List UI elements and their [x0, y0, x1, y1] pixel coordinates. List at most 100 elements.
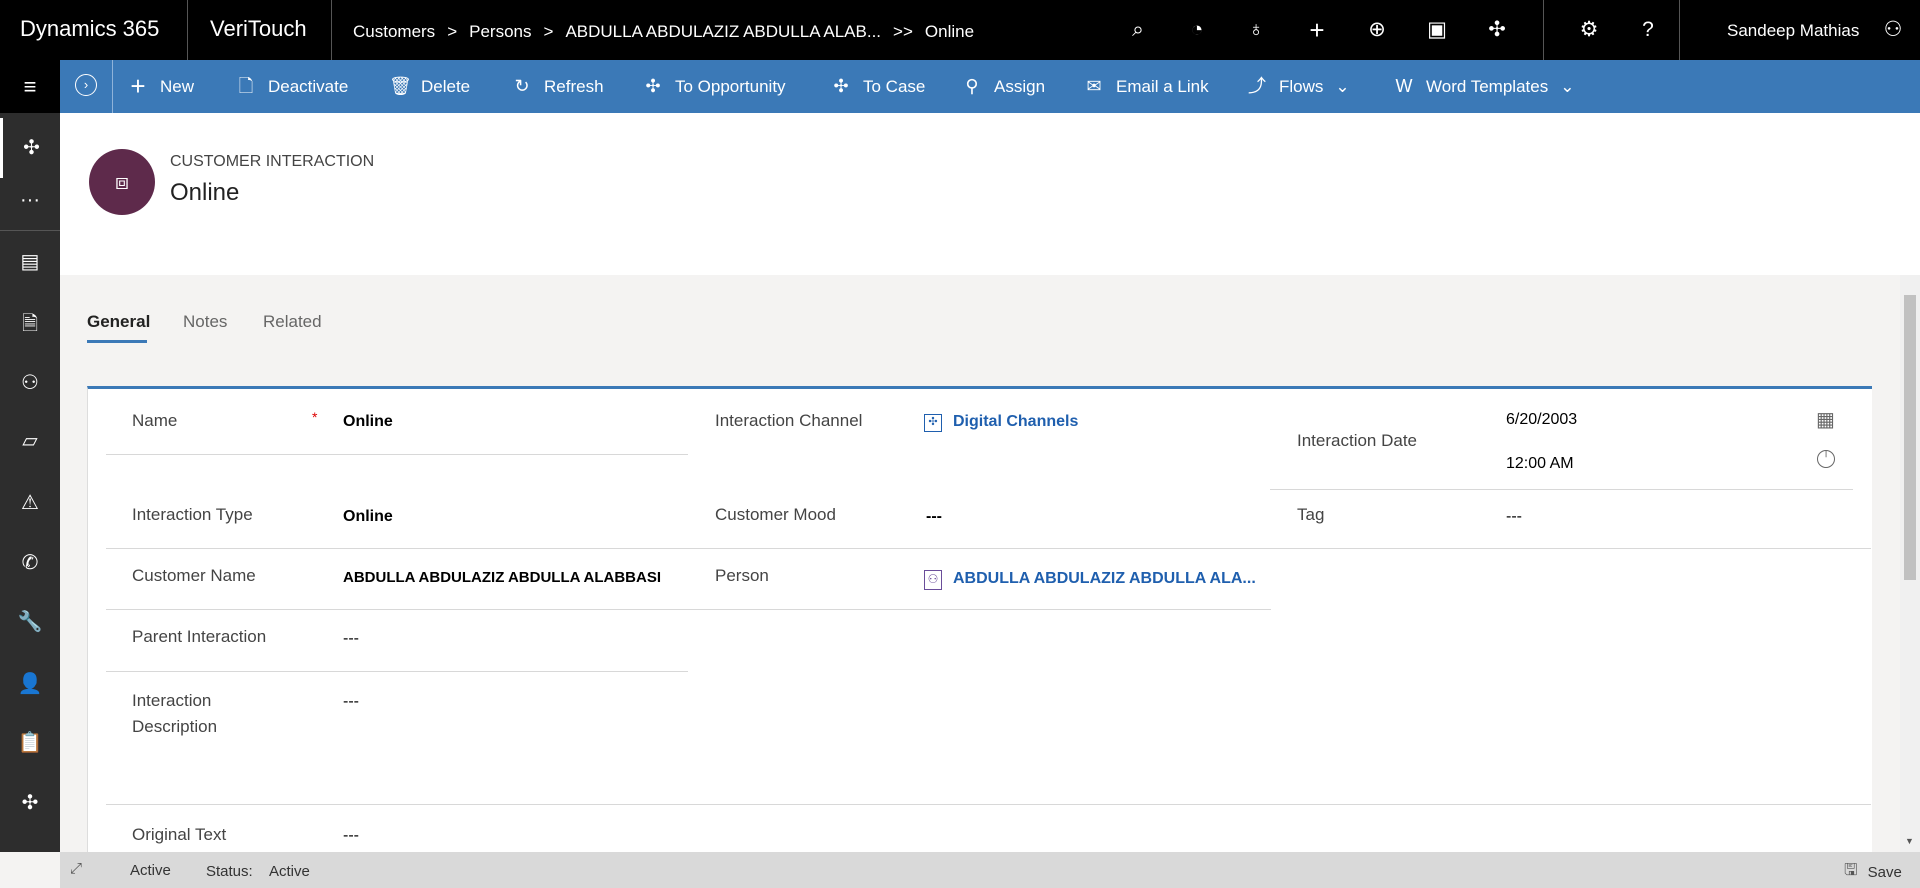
name-field[interactable]: Online — [343, 413, 393, 431]
tab-related[interactable]: Related — [263, 312, 322, 332]
app-title[interactable]: Dynamics 365 — [20, 16, 159, 42]
customer-mood-field[interactable]: --- — [926, 508, 942, 526]
customer-name-field[interactable]: ABDULLA ABDULAZIZ ABDULLA ALABBASI — [343, 569, 661, 586]
module-title[interactable]: VeriTouch — [210, 16, 307, 42]
divider — [187, 0, 188, 60]
breadcrumb-separator: >> — [893, 22, 913, 41]
breadcrumb-separator: > — [447, 22, 458, 41]
person-link[interactable]: ABDULLA ABDULAZIZ ABDULLA ALA... — [953, 570, 1256, 588]
email-icon: ✉ — [1086, 76, 1102, 96]
filter-icon[interactable]: ▣ — [1424, 17, 1450, 43]
lightbulb-icon[interactable]: ♁ — [1243, 17, 1269, 43]
sidebar-item-interactions[interactable]: ✣ — [0, 118, 60, 178]
user-solid-icon[interactable]: 👤 — [0, 659, 60, 709]
word-icon: W — [1395, 76, 1413, 96]
description-label-line2: Description — [132, 717, 218, 736]
deactivate-label: Deactivate — [268, 77, 349, 96]
delete-button[interactable]: 🗑 Delete — [389, 60, 470, 113]
word-templates-button[interactable]: W Word Templates ⌄ — [1394, 60, 1575, 113]
hamburger-menu-icon[interactable]: ≡ — [0, 60, 60, 113]
wrench-icon[interactable]: 🔧 — [0, 597, 60, 647]
customer-name-label: Customer Name — [132, 566, 256, 585]
assign-label: Assign — [994, 77, 1046, 96]
refresh-button[interactable]: ↻ Refresh — [512, 60, 604, 113]
new-button[interactable]: + New — [128, 60, 194, 113]
scrollbar[interactable]: ▼ — [1900, 275, 1920, 852]
deactivate-icon: 🗋 — [238, 76, 254, 96]
divider — [106, 609, 1271, 610]
divider — [112, 60, 113, 113]
required-marker: * — [312, 409, 318, 425]
clock-icon[interactable]: ╵ — [1817, 450, 1835, 468]
breadcrumb-persons[interactable]: Persons — [469, 22, 531, 42]
sidebar-more-icon[interactable]: ··· — [0, 175, 60, 225]
deactivate-button[interactable]: 🗋 Deactivate — [236, 60, 349, 113]
status-bar: ⤢ Active Status: Active 🖫 Save — [60, 852, 1920, 888]
user-icon[interactable]: ⚇ — [1880, 17, 1906, 43]
status-label: Status: — [206, 863, 253, 880]
save-button[interactable]: 🖫 Save — [1844, 859, 1902, 886]
divider — [1270, 489, 1853, 490]
tab-general[interactable]: General — [87, 312, 150, 332]
refresh-icon: ↻ — [514, 76, 530, 96]
puzzle-icon: ✣ — [23, 137, 40, 159]
record-header: ⧈ CUSTOMER INTERACTION Online — [60, 113, 1920, 275]
email-link-button[interactable]: ✉ Email a Link — [1084, 60, 1208, 113]
divider — [106, 671, 688, 672]
plus-icon: + — [130, 71, 146, 101]
breadcrumb-customers[interactable]: Customers — [353, 22, 435, 42]
refresh-label: Refresh — [544, 77, 604, 96]
status-value: Active — [269, 863, 310, 880]
user-name[interactable]: Sandeep Mathias — [1727, 21, 1859, 41]
tag-field[interactable]: --- — [1506, 508, 1522, 526]
help-icon[interactable]: ? — [1635, 17, 1661, 43]
alert-icon[interactable]: ⚠ — [0, 478, 60, 528]
scroll-down-icon[interactable]: ▼ — [1905, 836, 1914, 846]
divider — [331, 0, 332, 60]
circle-plus-icon[interactable]: ⊕ — [1364, 17, 1390, 43]
tab-notes[interactable]: Notes — [183, 312, 227, 332]
interaction-time-field[interactable]: 12:00 AM — [1506, 455, 1574, 473]
original-text-field[interactable]: --- — [343, 827, 359, 845]
trash-icon: 🗑 — [389, 76, 412, 96]
assign-icon: ⚲ — [965, 76, 979, 96]
divider — [106, 804, 1871, 805]
description-label-line1: Interaction — [132, 691, 212, 710]
divider — [0, 230, 60, 231]
save-label: Save — [1867, 864, 1902, 881]
flows-button[interactable]: ⤴ Flows ⌄ — [1247, 60, 1350, 113]
folder-icon[interactable]: ▱ — [0, 416, 60, 466]
divider — [1543, 0, 1544, 60]
interaction-channel-label: Interaction Channel — [715, 411, 863, 430]
to-opportunity-button[interactable]: ✣ To Opportunity — [643, 60, 785, 113]
breadcrumb-person-record[interactable]: ABDULLA ABDULAZIZ ABDULLA ALAB... — [565, 22, 881, 42]
puzzle-icon[interactable]: ✣ — [0, 778, 60, 828]
dashboard-icon[interactable]: ▤ — [0, 237, 60, 287]
new-label: New — [160, 77, 195, 96]
search-icon[interactable]: ⌕ — [1125, 17, 1151, 43]
person-icon[interactable]: ⚇ — [0, 358, 60, 408]
interaction-channel-link[interactable]: Digital Channels — [953, 413, 1078, 431]
description-field[interactable]: --- — [343, 693, 359, 711]
calendar-icon[interactable]: ▦ — [1816, 407, 1835, 432]
to-case-button[interactable]: ✣ To Case — [831, 60, 925, 113]
interaction-date-field[interactable]: 6/20/2003 — [1506, 411, 1577, 429]
parent-interaction-field[interactable]: --- — [343, 630, 359, 648]
document-settings-icon[interactable]: 🗎 — [0, 299, 60, 349]
active-tab-indicator — [87, 340, 147, 343]
expand-chevron-icon[interactable]: › — [75, 74, 97, 96]
popout-icon[interactable]: ⤢ — [70, 860, 82, 877]
top-navigation-bar: Dynamics 365 VeriTouch Customers > Perso… — [0, 0, 1920, 60]
scrollbar-thumb[interactable] — [1904, 295, 1916, 580]
plus-icon[interactable]: + — [1304, 17, 1330, 43]
puzzle-icon[interactable]: ✣ — [1484, 17, 1510, 43]
phone-settings-icon[interactable]: ✆ — [0, 538, 60, 588]
divider — [106, 548, 1871, 549]
task-icon[interactable]: ◔ — [1184, 17, 1210, 43]
gear-icon[interactable]: ⚙ — [1576, 17, 1602, 43]
assign-button[interactable]: ⚲ Assign — [962, 60, 1045, 113]
interaction-date-label: Interaction Date — [1297, 431, 1418, 450]
interaction-type-field[interactable]: Online — [343, 508, 393, 526]
clipboard-icon[interactable]: 📋 — [0, 718, 60, 768]
delete-label: Delete — [421, 77, 471, 96]
